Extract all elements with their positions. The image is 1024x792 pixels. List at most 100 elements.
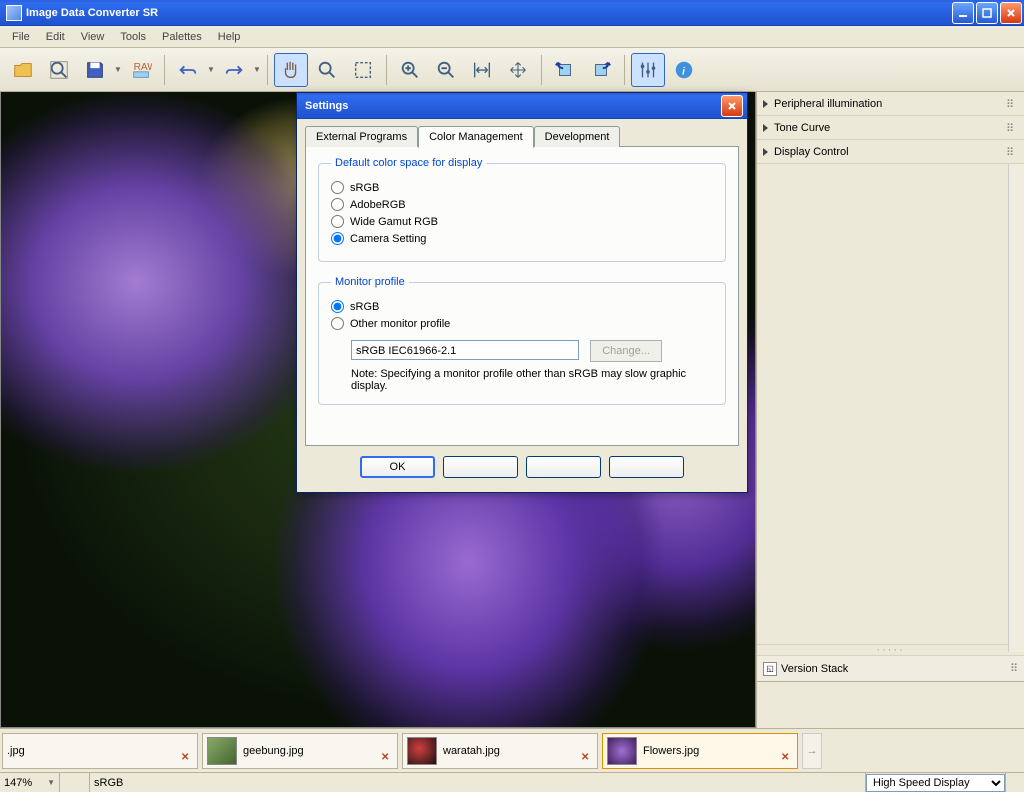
tab-color-management[interactable]: Color Management [418, 126, 534, 148]
radio-camera-setting[interactable] [331, 232, 344, 245]
radio-label: sRGB [350, 182, 379, 194]
group-label: Default color space for display [331, 157, 486, 169]
expand-icon [763, 124, 768, 132]
app-icon [6, 5, 22, 21]
thumbnail-item[interactable]: waratah.jpg ✕ [402, 733, 598, 769]
thumbnail-close-icon[interactable]: ✕ [781, 752, 793, 764]
zoom-tool[interactable] [310, 53, 344, 87]
dialog-close-button[interactable] [721, 95, 743, 117]
dialog-body: External Programs Color Management Devel… [297, 119, 747, 492]
panel-display-control[interactable]: Display Control ⠿ [757, 140, 1024, 164]
grip-icon: ⠿ [1006, 146, 1018, 158]
zoom-level[interactable]: 147%▼ [0, 773, 60, 792]
version-stack-header[interactable]: ◱ Version Stack ⠿ [757, 656, 1024, 682]
dialog-button-4[interactable] [609, 456, 684, 478]
separator [386, 55, 387, 85]
menu-file[interactable]: File [4, 28, 38, 46]
thumbnail-name: .jpg [7, 745, 193, 757]
separator [164, 55, 165, 85]
dialog-title: Settings [305, 100, 719, 112]
open-button[interactable] [6, 53, 40, 87]
dialog-buttons: OK [305, 446, 739, 480]
save-dropdown[interactable]: ▼ [114, 65, 122, 74]
rotate-left-button[interactable] [548, 53, 582, 87]
tab-external-programs[interactable]: External Programs [305, 126, 418, 147]
grip-icon: ⠿ [1006, 122, 1018, 134]
browse-button[interactable] [42, 53, 76, 87]
thumbnail-next-button[interactable]: → [802, 733, 822, 769]
redo-button[interactable] [217, 53, 251, 87]
thumbnail-name: waratah.jpg [443, 745, 593, 757]
adjustments-button[interactable] [631, 53, 665, 87]
grip-icon: ⠿ [1010, 662, 1018, 675]
close-button[interactable] [1000, 2, 1022, 24]
thumbnail-name: geebung.jpg [243, 745, 393, 757]
panel-label: Tone Curve [774, 122, 1006, 134]
dialog-button-2[interactable] [443, 456, 518, 478]
expand-icon [763, 148, 768, 156]
thumbnail-image [607, 737, 637, 765]
thumbnail-item[interactable]: .jpg ✕ [2, 733, 198, 769]
titlebar: Image Data Converter SR [0, 0, 1024, 26]
radio-adobergb[interactable] [331, 198, 344, 211]
monitor-profile-group: Monitor profile sRGB Other monitor profi… [318, 276, 726, 405]
panel-tone-curve[interactable]: Tone Curve ⠿ [757, 116, 1024, 140]
display-mode-select[interactable]: High Speed Display [866, 774, 1005, 792]
panel-resize-handle[interactable]: ····· [757, 644, 1024, 656]
radio-label: Other monitor profile [350, 318, 450, 330]
menu-edit[interactable]: Edit [38, 28, 73, 46]
redo-dropdown[interactable]: ▼ [253, 65, 261, 74]
monitor-profile-field[interactable]: sRGB IEC61966-2.1 [351, 340, 579, 360]
svg-text:RAW: RAW [134, 62, 152, 73]
settings-dialog: Settings External Programs Color Managem… [296, 92, 748, 493]
menu-palettes[interactable]: Palettes [154, 28, 210, 46]
thumbnail-image [207, 737, 237, 765]
fit-width-button[interactable] [465, 53, 499, 87]
radio-srgb[interactable] [331, 181, 344, 194]
radio-wide-gamut[interactable] [331, 215, 344, 228]
undo-dropdown[interactable]: ▼ [207, 65, 215, 74]
radio-monitor-srgb[interactable] [331, 300, 344, 313]
radio-label: Camera Setting [350, 233, 426, 245]
zoom-out-button[interactable] [429, 53, 463, 87]
fit-screen-button[interactable] [501, 53, 535, 87]
info-button[interactable]: i [667, 53, 701, 87]
radio-label: sRGB [350, 301, 379, 313]
thumbnail-close-icon[interactable]: ✕ [181, 752, 193, 764]
ok-button[interactable]: OK [360, 456, 435, 478]
menu-view[interactable]: View [73, 28, 113, 46]
thumbnail-close-icon[interactable]: ✕ [381, 752, 393, 764]
expand-icon [763, 100, 768, 108]
change-profile-button[interactable]: Change... [590, 340, 662, 362]
display-mode-cell: High Speed Display [866, 773, 1006, 792]
raw-button[interactable]: RAW [124, 53, 158, 87]
dialog-tabs: External Programs Color Management Devel… [305, 126, 739, 147]
marquee-tool[interactable] [346, 53, 380, 87]
side-scrollbar[interactable] [1008, 164, 1024, 652]
thumbnail-item-selected[interactable]: Flowers.jpg ✕ [602, 733, 798, 769]
side-panel: Peripheral illumination ⠿ Tone Curve ⠿ D… [756, 92, 1024, 728]
pan-tool[interactable] [274, 53, 308, 87]
group-label: Monitor profile [331, 276, 409, 288]
menu-tools[interactable]: Tools [112, 28, 154, 46]
zoom-in-button[interactable] [393, 53, 427, 87]
radio-label: AdobeRGB [350, 199, 406, 211]
resize-grip[interactable] [1006, 773, 1024, 792]
thumbnail-close-icon[interactable]: ✕ [581, 752, 593, 764]
dialog-titlebar[interactable]: Settings [297, 93, 747, 119]
radio-monitor-other[interactable] [331, 317, 344, 330]
panel-peripheral-illumination[interactable]: Peripheral illumination ⠿ [757, 92, 1024, 116]
dialog-button-3[interactable] [526, 456, 601, 478]
thumbnail-item[interactable]: geebung.jpg ✕ [202, 733, 398, 769]
monitor-profile-note: Note: Specifying a monitor profile other… [351, 368, 713, 392]
maximize-button[interactable] [976, 2, 998, 24]
menu-help[interactable]: Help [210, 28, 249, 46]
rotate-right-button[interactable] [584, 53, 618, 87]
radio-label: Wide Gamut RGB [350, 216, 438, 228]
undo-button[interactable] [171, 53, 205, 87]
tab-development[interactable]: Development [534, 126, 621, 147]
version-stack-label: Version Stack [781, 663, 848, 675]
thumbnail-strip: .jpg ✕ geebung.jpg ✕ waratah.jpg ✕ Flowe… [0, 728, 1024, 772]
minimize-button[interactable] [952, 2, 974, 24]
save-button[interactable] [78, 53, 112, 87]
